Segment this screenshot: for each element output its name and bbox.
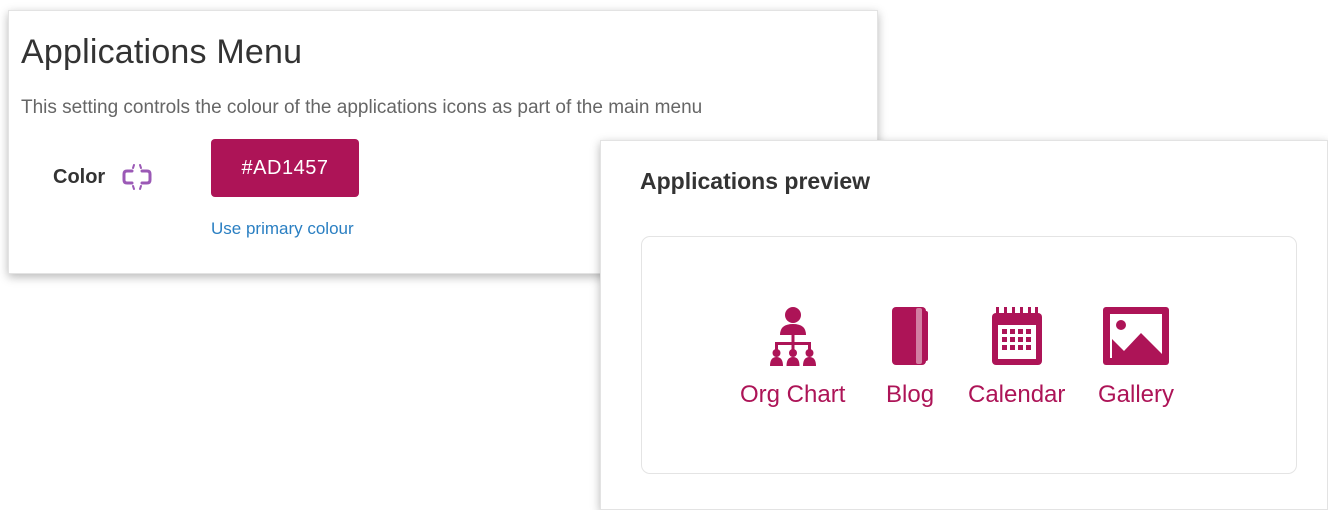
app-label: Gallery	[1098, 381, 1175, 408]
color-row: Color	[53, 157, 153, 197]
calendar-icon	[990, 305, 1044, 367]
app-blog[interactable]: Blog	[886, 305, 934, 409]
settings-description: This setting controls the colour of the …	[21, 97, 703, 118]
notebook-icon	[888, 305, 932, 367]
app-label: Org Chart	[740, 381, 846, 408]
app-label: Blog	[886, 381, 935, 408]
app-gallery[interactable]: Gallery	[1098, 305, 1174, 409]
app-org-chart[interactable]: Org Chart	[740, 305, 845, 409]
preview-title: Applications preview	[640, 168, 871, 194]
preview-apps-panel: Org Chart Blog Calendar Gallery	[641, 236, 1297, 474]
color-label: Color	[53, 165, 106, 188]
applications-preview-card: Applications preview Org Chart Blog Cale…	[600, 140, 1328, 510]
settings-title: Applications Menu	[21, 33, 303, 71]
app-label: Calendar	[968, 381, 1066, 408]
use-primary-colour-link[interactable]: Use primary colour	[211, 219, 354, 239]
org-chart-icon	[767, 305, 819, 367]
image-icon	[1101, 305, 1171, 367]
color-value-button[interactable]: #AD1457	[211, 139, 359, 197]
unlink-icon[interactable]	[121, 163, 153, 191]
app-calendar[interactable]: Calendar	[968, 305, 1065, 409]
